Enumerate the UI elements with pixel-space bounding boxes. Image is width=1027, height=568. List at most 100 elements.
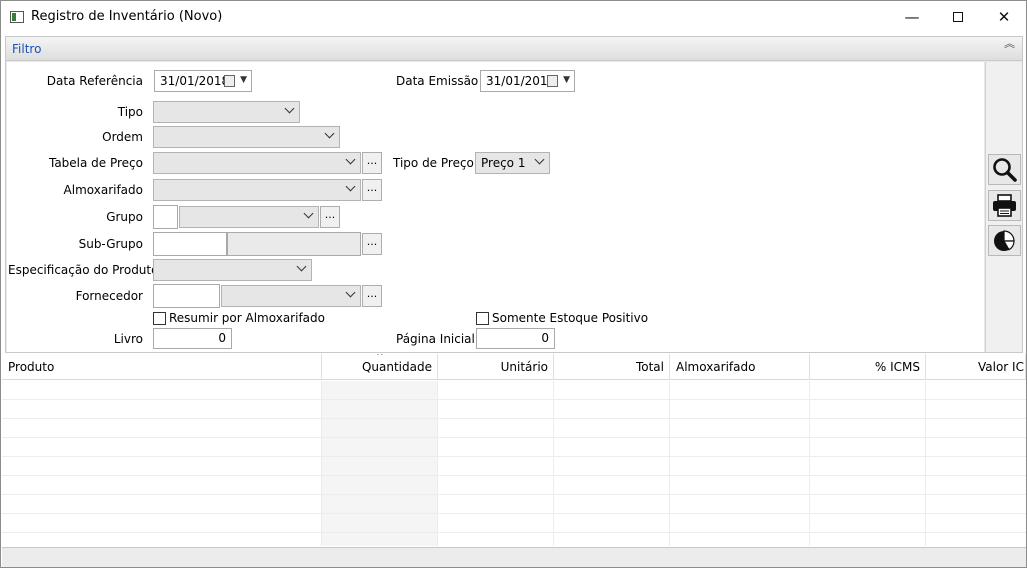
somente-positivo-checkbox[interactable]: Somente Estoque Positivo	[476, 311, 648, 325]
search-button[interactable]	[988, 154, 1021, 185]
column-header-almoxarifado[interactable]: Almoxarifado	[670, 354, 810, 380]
inventory-grid[interactable]: Produto ^ Quantidade Unitário Total Almo…	[2, 354, 1026, 546]
window-title: Registro de Inventário (Novo)	[31, 9, 223, 24]
somente-positivo-label: Somente Estoque Positivo	[492, 311, 649, 325]
grid-column-sorted	[322, 381, 438, 546]
sort-ascending-icon: ^	[376, 354, 384, 362]
tabela-preco-browse-button[interactable]: ...	[362, 152, 382, 174]
grid-row-line	[2, 399, 1026, 400]
maximize-icon	[953, 12, 963, 22]
filter-panel: Filtro ︽ Data Referência 31/01/2018 ▼ Da…	[5, 36, 1023, 353]
chevrons-up-icon[interactable]: ︽	[1004, 38, 1015, 49]
grupo-select[interactable]	[179, 206, 319, 228]
almoxarifado-browse-button[interactable]: ...	[362, 179, 382, 201]
close-icon: ✕	[997, 8, 1011, 26]
caret-down-icon[interactable]: ▼	[240, 75, 247, 85]
grid-column	[670, 381, 810, 546]
grid-body	[2, 381, 1026, 546]
chevron-down-icon	[534, 154, 545, 165]
ordem-label: Ordem	[102, 130, 143, 144]
grupo-label: Grupo	[106, 210, 143, 224]
chevron-down-icon	[296, 261, 307, 272]
toolbar-right	[985, 62, 1022, 352]
livro-label: Livro	[113, 332, 143, 346]
especificacao-label: Especificação do Produto	[8, 263, 159, 277]
sub-grupo-code-input[interactable]	[153, 232, 227, 256]
grid-row-line	[2, 494, 1026, 495]
sub-grupo-browse-button[interactable]: ...	[362, 233, 382, 255]
print-icon	[993, 194, 1016, 217]
app-icon	[10, 11, 24, 23]
maximize-button[interactable]	[935, 1, 981, 33]
especificacao-select[interactable]	[153, 259, 312, 281]
fornecedor-select[interactable]	[221, 285, 361, 307]
title-bar: Registro de Inventário (Novo) — ✕	[1, 1, 1026, 33]
tipo-preco-select[interactable]: Preço 1	[475, 152, 550, 174]
grupo-browse-button[interactable]: ...	[320, 206, 340, 228]
fornecedor-code-input[interactable]	[153, 284, 220, 308]
livro-input[interactable]: 0	[153, 328, 232, 349]
grid-header: Produto ^ Quantidade Unitário Total Almo…	[2, 354, 1026, 380]
calendar-icon[interactable]	[224, 75, 235, 87]
chevron-down-icon	[345, 287, 356, 298]
fornecedor-browse-button[interactable]: ...	[362, 285, 382, 307]
caret-down-icon[interactable]: ▼	[563, 75, 570, 85]
minimize-button[interactable]: —	[889, 1, 935, 33]
column-header-total[interactable]: Total	[554, 354, 670, 380]
tipo-preco-value: Preço 1	[481, 156, 526, 170]
tipo-select[interactable]	[153, 101, 300, 123]
column-header-quantidade-label: Quantidade	[361, 360, 432, 374]
grid-row-line	[2, 456, 1026, 457]
grid-row-line	[2, 532, 1026, 533]
column-header-valor-icms[interactable]: Valor ICMS	[926, 354, 1026, 380]
data-referencia-value: 31/01/2018	[160, 74, 230, 88]
grid-row-line	[2, 513, 1026, 514]
chevron-down-icon	[324, 128, 335, 139]
pagina-inicial-input[interactable]: 0	[476, 328, 555, 349]
filter-form: Data Referência 31/01/2018 ▼ Data Emissã…	[7, 62, 984, 352]
close-button[interactable]: ✕	[981, 1, 1027, 33]
calendar-icon[interactable]	[547, 75, 558, 87]
grid-row-line	[2, 475, 1026, 476]
status-bar	[2, 547, 1026, 567]
resumir-label: Resumir por Almoxarifado	[169, 311, 325, 325]
grid-column	[438, 381, 554, 546]
grid-column	[2, 381, 322, 546]
pie-chart-icon	[994, 230, 1015, 251]
tipo-label: Tipo	[117, 105, 143, 119]
data-emissao-value: 31/01/2018	[486, 74, 556, 88]
chevron-down-icon	[284, 103, 295, 114]
tabela-preco-select[interactable]	[153, 152, 361, 174]
grid-column	[810, 381, 926, 546]
fornecedor-label: Fornecedor	[75, 289, 143, 303]
somente-positivo-check-box[interactable]	[476, 311, 489, 325]
ordem-select[interactable]	[153, 126, 340, 148]
filter-header[interactable]: Filtro ︽	[6, 37, 1022, 61]
grupo-code-input[interactable]	[153, 205, 178, 229]
chevron-down-icon	[345, 154, 356, 165]
inventory-window: Registro de Inventário (Novo) — ✕ Filtro…	[0, 0, 1027, 568]
grid-row-line	[2, 437, 1026, 438]
column-header-icms[interactable]: % ICMS	[810, 354, 926, 380]
tabela-preco-label: Tabela de Preço	[48, 156, 143, 170]
resumir-checkbox[interactable]: Resumir por Almoxarifado	[153, 311, 325, 325]
pagina-inicial-label: Página Inicial	[396, 332, 475, 346]
almoxarifado-select[interactable]	[153, 179, 361, 201]
column-header-unitario[interactable]: Unitário	[438, 354, 554, 380]
data-referencia-field[interactable]: 31/01/2018 ▼	[154, 70, 252, 92]
data-referencia-label: Data Referência	[46, 74, 143, 88]
column-header-quantidade[interactable]: ^ Quantidade	[322, 354, 438, 380]
grid-row-line	[2, 418, 1026, 419]
data-emissao-field[interactable]: 31/01/2018 ▼	[480, 70, 575, 92]
chart-button[interactable]	[988, 225, 1021, 256]
chevron-down-icon	[345, 181, 356, 192]
print-button[interactable]	[988, 190, 1021, 221]
column-header-produto[interactable]: Produto	[2, 354, 322, 380]
sub-grupo-description	[227, 232, 361, 256]
filter-title: Filtro	[12, 42, 42, 56]
sub-grupo-label: Sub-Grupo	[78, 237, 143, 251]
grid-column	[554, 381, 670, 546]
tipo-preco-label: Tipo de Preço	[393, 156, 474, 170]
search-icon	[993, 158, 1017, 182]
resumir-check-box[interactable]	[153, 311, 166, 325]
